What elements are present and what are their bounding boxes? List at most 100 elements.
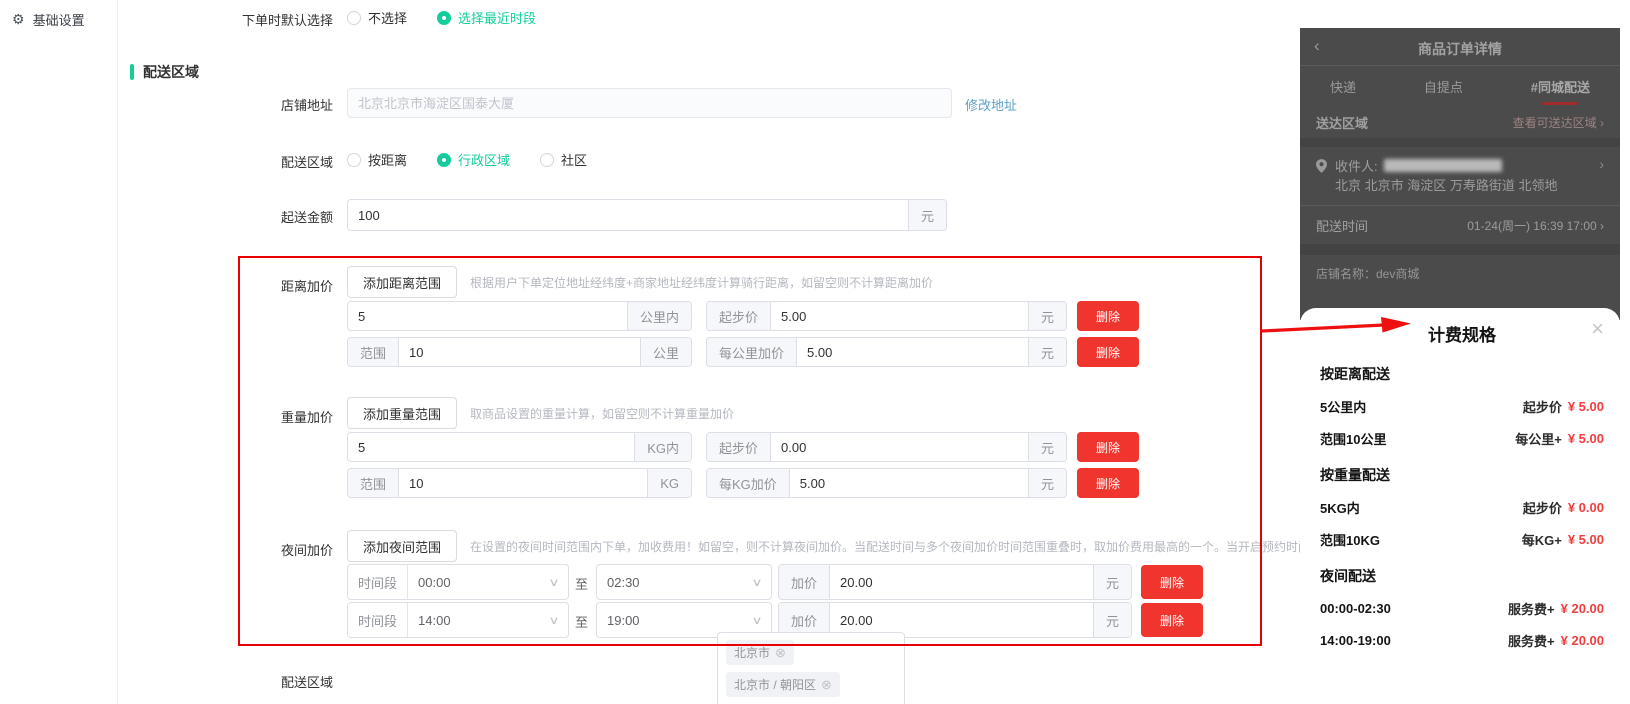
row-label: 14:00-19:00	[1320, 633, 1391, 648]
night-row2-from-select[interactable]: 时间段 14:00 ∨	[347, 602, 569, 638]
radio-label: 社区	[561, 150, 587, 169]
sheet-row: 5公里内 起步价¥ 5.00	[1320, 397, 1604, 416]
sidebar-item-label: 基础设置	[33, 10, 85, 29]
night-row1-from-select[interactable]: 时间段 00:00 ∨	[347, 564, 569, 600]
section-header-delivery-area: 配送区域	[130, 62, 199, 82]
delete-night-row2-button[interactable]: 删除	[1141, 603, 1203, 637]
tab-express[interactable]: 快递	[1330, 77, 1356, 96]
radio-community[interactable]: 社区	[540, 150, 587, 169]
edit-address-link[interactable]: 修改地址	[965, 95, 1017, 114]
weight-row1-price-field: 起步价 元	[706, 432, 1067, 462]
distance-row1-range-field: 公里内	[347, 301, 692, 331]
fee-value: ¥ 5.00	[1568, 431, 1604, 446]
active-tab-underline	[1542, 102, 1578, 105]
store-address-input[interactable]	[348, 89, 951, 117]
delete-distance-row2-button[interactable]: 删除	[1077, 337, 1139, 367]
recipient-address: 北京 北京市 海淀区 万寿路街道 北领地	[1335, 178, 1557, 193]
from-time-value: 00:00	[418, 575, 451, 590]
distance-row2-range-field: 范围 公里	[347, 337, 692, 367]
radio-admin-region[interactable]: 行政区域	[437, 150, 510, 169]
add-weight-range-button[interactable]: 添加重量范围	[347, 397, 457, 429]
fee-value: ¥ 5.00	[1568, 399, 1604, 414]
kg-suffix: KG	[647, 469, 691, 497]
radio-off-icon	[347, 153, 361, 167]
area-type-label: 配送区域	[119, 152, 333, 171]
redacted-recipient-name	[1384, 159, 1502, 172]
sheet-row: 范围10公里 每公里+ ¥ 5.00	[1320, 429, 1604, 448]
radio-off-icon	[540, 153, 554, 167]
min-amount-label: 起送金额	[119, 207, 333, 226]
row-label: 5KG内	[1320, 498, 1360, 517]
add-night-range-button[interactable]: 添加夜间范围	[347, 530, 457, 562]
fee-value: ¥ 20.00	[1561, 601, 1604, 616]
surcharge-prefix: 加价	[779, 565, 830, 599]
recipient-block[interactable]: 收件人: 北京 北京市 海淀区 万寿路街道 北领地 ›	[1300, 147, 1620, 205]
row-label: 5公里内	[1320, 397, 1366, 416]
tag-close-icon[interactable]: ⊗	[775, 645, 786, 661]
distance-row1-price-input[interactable]	[771, 302, 1028, 330]
radio-no-select[interactable]: 不选择	[347, 8, 407, 27]
delete-night-row1-button[interactable]: 删除	[1141, 565, 1203, 599]
sheet-section-distance: 按距离配送	[1320, 364, 1604, 384]
night-row1-to-select[interactable]: 02:30 ∨	[596, 564, 772, 600]
close-icon[interactable]: ×	[1591, 318, 1604, 340]
yuan-suffix: 元	[1093, 603, 1131, 637]
section-accent-bar	[130, 64, 134, 80]
add-distance-range-button[interactable]: 添加距离范围	[347, 266, 457, 298]
row-label: 范围10公里	[1320, 429, 1386, 448]
weight-row2-price-input[interactable]	[790, 469, 1028, 497]
delete-weight-row2-button[interactable]: 删除	[1077, 468, 1139, 498]
radio-label: 行政区域	[458, 150, 510, 169]
tab-pickup[interactable]: 自提点	[1424, 77, 1463, 96]
view-zone-link[interactable]: 查看可送达区域 ›	[1513, 114, 1604, 131]
sheet-row: 5KG内 起步价¥ 0.00	[1320, 498, 1604, 517]
sidebar: ⚙ 基础设置	[0, 0, 118, 704]
night-row1-price-field: 加价 元	[778, 564, 1132, 600]
tag-close-icon[interactable]: ⊗	[821, 677, 832, 693]
phone-preview-dimmed: ‹ 商品订单详情 快递 自提点 #同城配送 送达区域 查看可送达区域 › 收件人…	[1300, 28, 1620, 320]
weight-row2-range-field: 范围 KG	[347, 468, 692, 498]
default-select-radio-group: 不选择 选择最近时段	[347, 8, 536, 27]
unit-suffix: 元	[908, 200, 946, 230]
weight-row1-price-input[interactable]	[771, 433, 1028, 461]
distance-row2-price-input[interactable]	[797, 338, 1028, 366]
min-amount-field: 元	[347, 199, 947, 231]
night-row1-price-input[interactable]	[830, 565, 1093, 599]
yuan-suffix: 元	[1028, 433, 1066, 461]
delivery-settings-page: ⚙ 基础设置 下单时默认选择 不选择 选择最近时段 配送区域 店铺地址 修改地址…	[0, 0, 1630, 704]
distance-row2-input[interactable]	[399, 338, 640, 366]
delivery-time-value: 01-24(周一) 16:39 17:00 ›	[1467, 217, 1604, 234]
fee-label: 每公里+	[1515, 429, 1562, 448]
delivery-time-row[interactable]: 配送时间 01-24(周一) 16:39 17:00 ›	[1300, 206, 1620, 244]
distance-row1-input[interactable]	[348, 302, 627, 330]
delete-distance-row1-button[interactable]: 删除	[1077, 301, 1139, 331]
range-prefix: 范围	[348, 469, 399, 497]
delivery-area-tags-label: 配送区域	[119, 672, 333, 691]
sidebar-item-basic-settings[interactable]: ⚙ 基础设置	[0, 0, 117, 39]
distance-row2-price-field: 每公里加价 元	[706, 337, 1067, 367]
kg-in-suffix: KG内	[634, 433, 691, 461]
weight-row2-input[interactable]	[399, 469, 647, 497]
fee-value: ¥ 5.00	[1568, 532, 1604, 547]
weight-row1-input[interactable]	[348, 433, 634, 461]
store-address-field	[347, 88, 952, 118]
phone-header: ‹ 商品订单详情	[1300, 28, 1620, 66]
fee-value: ¥ 0.00	[1568, 500, 1604, 515]
fee-label: 每KG+	[1522, 530, 1562, 549]
sheet-row: 范围10KG 每KG+¥ 5.00	[1320, 530, 1604, 549]
per-kg-prefix: 每KG加价	[707, 469, 790, 497]
distance-surcharge-label: 距离加价	[119, 276, 333, 295]
delete-weight-row1-button[interactable]: 删除	[1077, 432, 1139, 462]
tab-city-delivery[interactable]: #同城配送	[1531, 77, 1590, 96]
tag-label: 北京市 / 朝阳区	[734, 676, 816, 693]
radio-by-distance[interactable]: 按距离	[347, 150, 407, 169]
sheet-row: 00:00-02:30 服务费+¥ 20.00	[1320, 599, 1604, 618]
tab-label: #同城配送	[1531, 80, 1590, 95]
radio-latest-timeslot[interactable]: 选择最近时段	[437, 8, 536, 27]
store-name-row: 店铺名称：dev商城	[1300, 255, 1620, 292]
delivery-area-tag-box[interactable]: 北京市 ⊗ 北京市 / 朝阳区 ⊗	[717, 632, 905, 704]
store-address-label: 店铺地址	[119, 95, 333, 114]
base-price-prefix: 起步价	[707, 302, 771, 330]
to-separator: 至	[575, 612, 588, 631]
min-amount-input[interactable]	[348, 200, 908, 230]
